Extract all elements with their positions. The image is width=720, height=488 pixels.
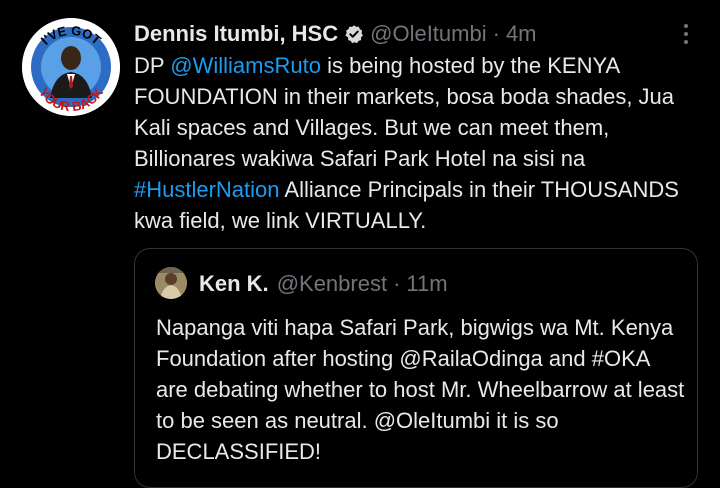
more-options-icon[interactable] [674,20,698,48]
quoted-tweet-header: Ken K. @Kenbrest · 11m [199,269,448,299]
tweet[interactable]: I'VE GOT YOUR BACK Dennis Itumbi, HSC @O… [0,0,720,488]
avatar-image: I'VE GOT YOUR BACK [22,18,120,116]
mention-link[interactable]: @WilliamsRuto [170,53,321,78]
tweet-timestamp[interactable]: 4m [506,21,537,47]
quoted-author-handle[interactable]: @Kenbrest [277,271,387,297]
author-handle[interactable]: @OleItumbi [370,21,486,47]
quoted-tweet[interactable]: Ken K. @Kenbrest · 11m Napanga viti hapa… [134,248,698,488]
quoted-author-avatar[interactable] [155,267,187,299]
tweet-text-part: DP [134,53,171,78]
quoted-avatar-image [155,267,187,299]
quoted-author-name[interactable]: Ken K. [199,271,269,297]
verified-badge-icon [344,24,364,44]
tweet-header: Dennis Itumbi, HSC @OleItumbi · 4m [134,18,537,50]
hashtag-link[interactable]: #HustlerNation [134,177,280,202]
tweet-text: DP @WilliamsRuto is being hosted by the … [134,50,694,236]
author-name[interactable]: Dennis Itumbi, HSC [134,21,338,47]
quoted-tweet-text: Napanga viti hapa Safari Park, bigwigs w… [156,315,685,464]
quoted-tweet-timestamp[interactable]: 11m [406,271,447,297]
author-avatar[interactable]: I'VE GOT YOUR BACK [22,18,120,116]
separator-dot: · [492,21,500,46]
quoted-separator-dot: · [393,271,401,296]
